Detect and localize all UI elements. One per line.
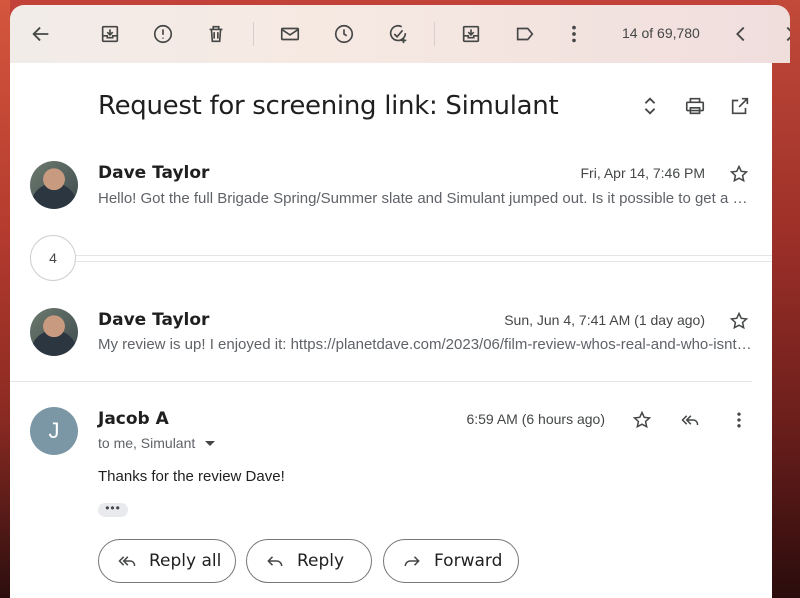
message-date: Sun, Jun 4, 7:41 AM (1 day ago) — [504, 312, 705, 328]
add-to-tasks-icon[interactable] — [383, 19, 413, 49]
archive-icon[interactable] — [95, 19, 125, 49]
desktop-background-left — [0, 0, 10, 598]
avatar[interactable] — [30, 161, 78, 209]
reply-all-label: Reply all — [149, 551, 222, 571]
thread-subject: Request for screening link: Simulant — [98, 91, 559, 121]
message-date: Fri, Apr 14, 7:46 PM — [580, 165, 706, 181]
message-snippet[interactable]: My review is up! I enjoyed it: https://p… — [98, 336, 753, 353]
more-options-icon[interactable] — [727, 408, 751, 432]
reply-all-button[interactable]: Reply all — [98, 539, 236, 583]
print-icon[interactable] — [682, 93, 708, 119]
open-in-new-window-icon[interactable] — [727, 93, 753, 119]
collapsed-divider — [30, 261, 772, 262]
caret-down-icon[interactable] — [205, 440, 216, 446]
gmail-window: 14 of 69,780 Request for screening link:… — [10, 5, 790, 598]
reply-icon — [267, 556, 283, 567]
toolbar-divider — [253, 22, 254, 46]
newer-chevron-left-icon[interactable] — [726, 19, 756, 49]
message-date: 6:59 AM (6 hours ago) — [466, 411, 605, 427]
message-snippet[interactable]: Hello! Got the full Brigade Spring/Summe… — [98, 190, 753, 207]
more-options-icon[interactable] — [559, 19, 589, 49]
collapsed-divider — [30, 255, 772, 256]
sender-name[interactable]: Dave Taylor — [98, 310, 209, 330]
message-toolbar: 14 of 69,780 — [10, 5, 790, 63]
snooze-icon[interactable] — [329, 19, 359, 49]
sender-name[interactable]: Jacob A — [98, 409, 169, 429]
expand-all-icon[interactable] — [637, 93, 663, 119]
recipients-line[interactable]: to me, Simulant — [98, 435, 216, 451]
show-trimmed-content-icon[interactable]: ••• — [98, 502, 128, 517]
avatar[interactable] — [30, 308, 78, 356]
forward-icon — [404, 556, 420, 567]
label-icon[interactable] — [510, 19, 540, 49]
forward-button[interactable]: Forward — [383, 539, 519, 583]
recipients-text: to me, Simulant — [98, 435, 196, 451]
sender-name[interactable]: Dave Taylor — [98, 163, 209, 183]
report-spam-icon[interactable] — [148, 19, 178, 49]
mark-unread-icon[interactable] — [275, 19, 305, 49]
star-icon[interactable] — [727, 162, 751, 186]
older-chevron-right-icon[interactable] — [775, 19, 790, 49]
reply-all-icon[interactable] — [678, 408, 702, 432]
message-body: Thanks for the review Dave! — [98, 468, 285, 485]
delete-icon[interactable] — [201, 19, 231, 49]
back-arrow-icon[interactable] — [26, 19, 56, 49]
forward-label: Forward — [434, 551, 503, 571]
reply-all-icon — [118, 556, 136, 566]
collapsed-messages-count[interactable]: 4 — [30, 235, 76, 281]
move-to-icon[interactable] — [456, 19, 486, 49]
star-icon[interactable] — [630, 408, 654, 432]
reply-button[interactable]: Reply — [246, 539, 372, 583]
message-counter: 14 of 69,780 — [622, 25, 700, 41]
message-divider — [10, 381, 752, 382]
toolbar-divider — [434, 22, 435, 46]
thread-view: Request for screening link: Simulant Dav… — [10, 63, 772, 598]
avatar[interactable]: J — [30, 407, 78, 455]
reply-label: Reply — [297, 551, 345, 571]
star-icon[interactable] — [727, 309, 751, 333]
